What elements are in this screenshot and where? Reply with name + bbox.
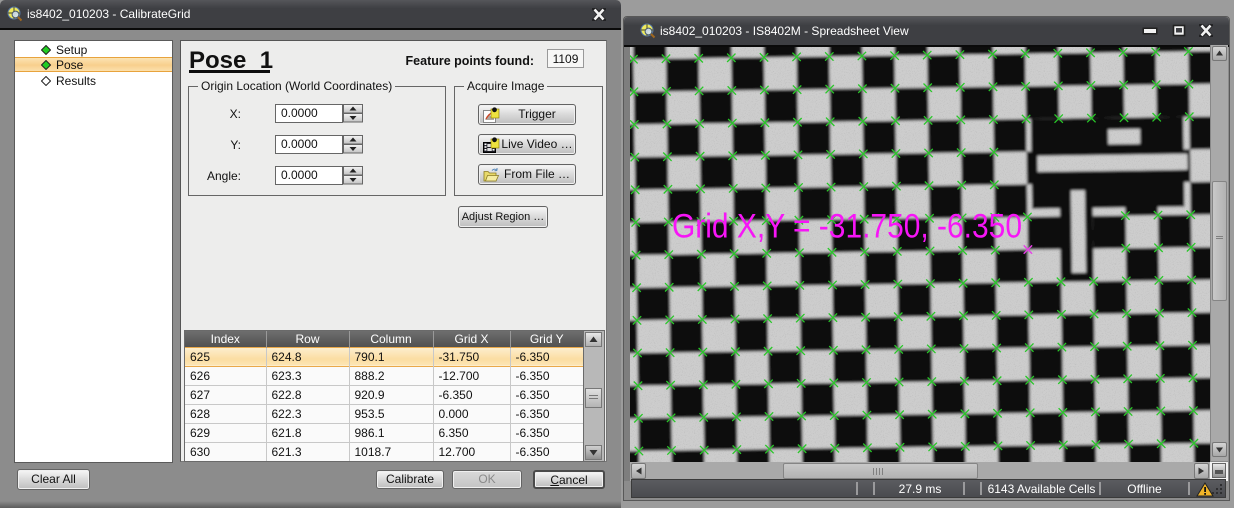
svg-text:Grid X,Y = -31.750, -6.350: Grid X,Y = -31.750, -6.350 [672, 208, 1022, 246]
